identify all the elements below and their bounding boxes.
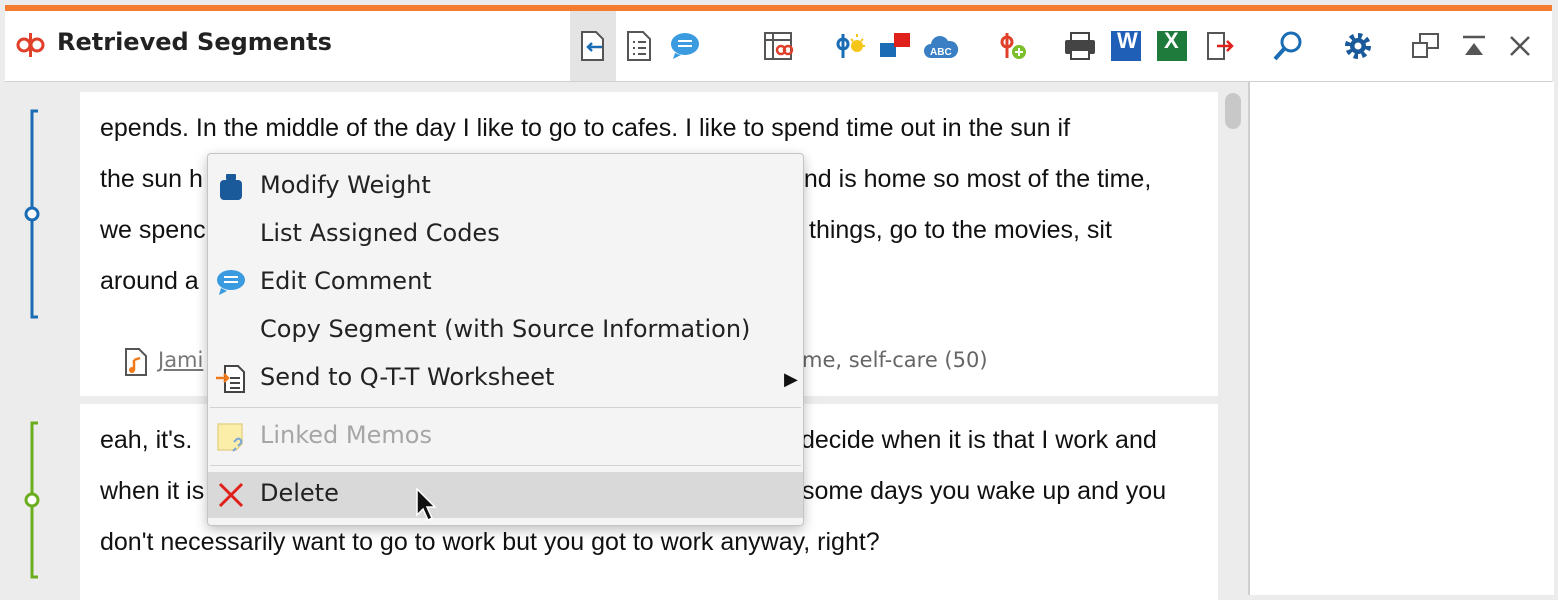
mouse-cursor-icon <box>416 487 437 522</box>
weight-icon <box>220 174 242 200</box>
settings-icon <box>1345 33 1371 59</box>
segment-text-line: some days you wake up and you <box>802 477 1167 505</box>
export-button[interactable] <box>1197 11 1243 81</box>
menu-item-label: Edit Comment <box>260 267 432 295</box>
comment-icon <box>217 270 245 295</box>
menu-item-list-assigned-codes[interactable]: List Assigned Codes <box>208 212 803 258</box>
comment-icon <box>671 33 699 59</box>
settings-button[interactable] <box>1335 11 1381 81</box>
title-bar: Retrieved Segments ABC <box>5 11 1552 82</box>
menu-item-edit-comment[interactable]: Edit Comment <box>208 260 803 306</box>
collapse-icon <box>1463 35 1485 55</box>
code-idea-icon <box>836 34 865 58</box>
menu-separator <box>210 465 801 466</box>
segment-text-line: the sun h <box>100 165 203 193</box>
undock-icon <box>1412 33 1439 58</box>
search-icon <box>1273 31 1302 61</box>
source-document-link[interactable]: Jami <box>158 348 203 372</box>
vertical-scrollbar-thumb[interactable] <box>1225 93 1241 129</box>
export-icon <box>1207 32 1234 60</box>
add-code-icon <box>1000 33 1026 59</box>
excel-export-label: X <box>1164 28 1179 53</box>
menu-item-send-to-qtt-worksheet[interactable]: Send to Q-T-T Worksheet ▶ <box>208 356 803 402</box>
retrieved-segments-window: Retrieved Segments ABC W X epends. In th… <box>0 0 1558 600</box>
color-codes-button[interactable] <box>872 11 918 81</box>
segment-codes: me, self-care (50) <box>802 348 988 372</box>
segment-text-line: things, go to the movies, sit <box>809 216 1112 244</box>
print-icon <box>1065 32 1095 60</box>
menu-item-delete[interactable]: Delete <box>208 472 803 518</box>
menu-item-label: Delete <box>260 479 339 507</box>
menu-item-label: Modify Weight <box>260 171 431 199</box>
submenu-arrow-icon: ▶ <box>784 369 798 389</box>
word-export-label: W <box>1117 28 1138 53</box>
svg-text:ABC: ABC <box>930 47 952 58</box>
collapse-button[interactable] <box>1451 11 1497 81</box>
menu-item-label: Linked Memos <box>260 421 432 449</box>
segment-text-line: don't necessarily want to go to work but… <box>100 528 880 556</box>
undock-button[interactable] <box>1403 11 1449 81</box>
delete-icon <box>218 482 244 508</box>
segment-text-line: we spenc <box>100 216 206 244</box>
print-button[interactable] <box>1057 11 1103 81</box>
list-button[interactable] <box>616 11 662 81</box>
menu-item-label: Send to Q-T-T Worksheet <box>260 363 555 391</box>
segment-text-line: around a <box>100 267 199 295</box>
segment-text-line: decide when it is that I work and <box>801 426 1157 454</box>
comment-button[interactable] <box>662 11 708 81</box>
show-document-button[interactable] <box>570 11 616 81</box>
context-menu: Modify Weight List Assigned Codes Edit C… <box>207 153 804 526</box>
menu-item-modify-weight[interactable]: Modify Weight <box>208 164 803 210</box>
retrieved-segments-app-icon <box>15 29 47 66</box>
word-cloud-icon: ABC <box>924 36 959 58</box>
audio-document-icon <box>124 347 148 382</box>
word-cloud-button[interactable]: ABC <box>918 11 964 81</box>
code-idea-button[interactable] <box>827 11 873 81</box>
show-document-icon <box>581 31 604 61</box>
menu-item-label: Copy Segment (with Source Information) <box>260 315 751 343</box>
menu-item-linked-memos: Linked Memos <box>208 414 803 460</box>
window-title: Retrieved Segments <box>57 28 332 56</box>
worksheet-icon <box>216 365 245 393</box>
menu-separator <box>210 407 801 408</box>
memo-link-icon <box>217 423 243 452</box>
code-matrix-icon <box>764 32 794 60</box>
segment-text-line: epends. In the middle of the day I like … <box>100 114 1071 142</box>
segment-1-bracket[interactable] <box>24 108 44 322</box>
list-icon <box>627 31 651 61</box>
color-codes-icon <box>880 33 910 57</box>
segment-text-line: when it is <box>100 477 205 505</box>
close-button[interactable] <box>1497 11 1543 81</box>
search-button[interactable] <box>1265 11 1311 81</box>
right-pane <box>1248 82 1554 595</box>
add-code-button[interactable] <box>989 11 1035 81</box>
code-matrix-button[interactable] <box>756 11 802 81</box>
close-icon <box>1510 36 1530 56</box>
segment-text-line: end is home so most of the time, <box>790 165 1152 193</box>
menu-item-copy-segment[interactable]: Copy Segment (with Source Information) <box>208 308 803 354</box>
segment-2-bracket[interactable] <box>24 420 44 580</box>
menu-item-label: List Assigned Codes <box>260 219 500 247</box>
segment-text-line: eah, it's. <box>100 426 193 454</box>
